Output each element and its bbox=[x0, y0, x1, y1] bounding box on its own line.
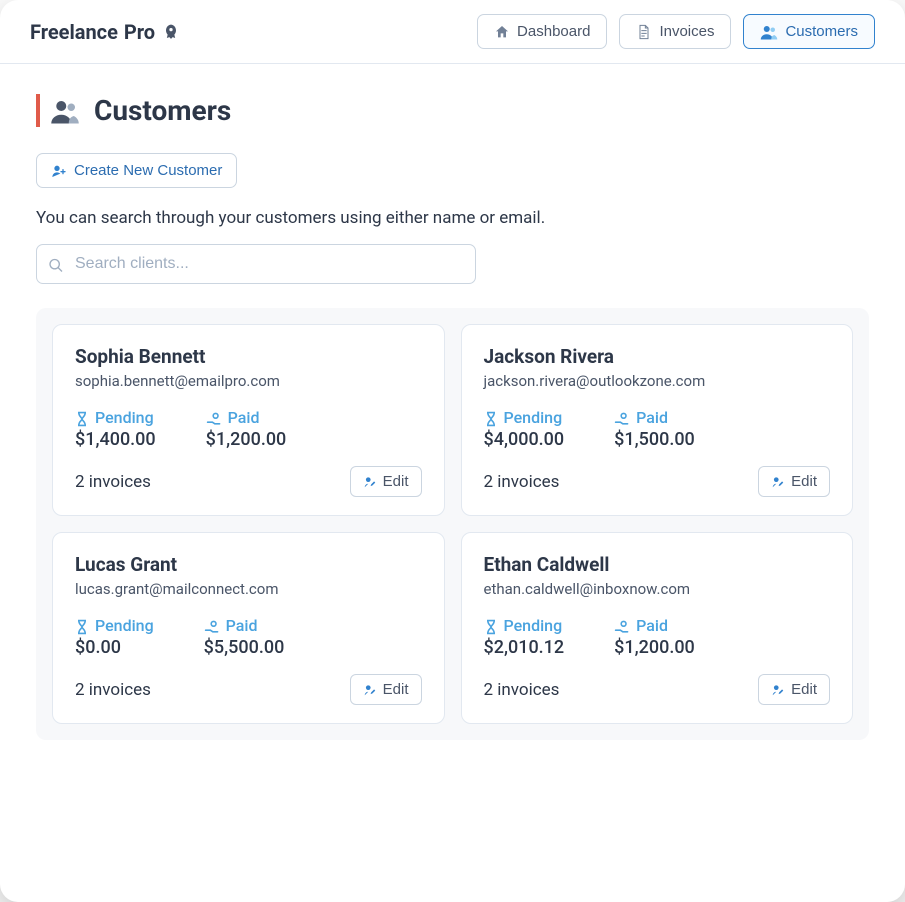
user-edit-icon bbox=[363, 681, 377, 698]
edit-label: Edit bbox=[791, 473, 817, 490]
pending-value: $4,000.00 bbox=[484, 429, 565, 450]
hourglass-icon bbox=[75, 408, 89, 427]
create-customer-button[interactable]: Create New Customer bbox=[36, 153, 237, 188]
edit-label: Edit bbox=[791, 681, 817, 698]
paid-label: Paid bbox=[206, 408, 287, 427]
edit-button[interactable]: Edit bbox=[758, 674, 830, 705]
invoice-count: 2 invoices bbox=[484, 472, 560, 492]
customer-stats: Pending $4,000.00 Paid $1,500.00 bbox=[484, 408, 831, 450]
customer-card: Ethan Caldwell ethan.caldwell@inboxnow.c… bbox=[461, 532, 854, 724]
customer-name: Ethan Caldwell bbox=[484, 553, 831, 576]
customer-email: ethan.caldwell@inboxnow.com bbox=[484, 580, 831, 598]
hourglass-icon bbox=[75, 616, 89, 635]
customer-name: Sophia Bennett bbox=[75, 345, 422, 368]
customer-stats: Pending $1,400.00 Paid $1,200.00 bbox=[75, 408, 422, 450]
card-footer: 2 invoices Edit bbox=[484, 466, 831, 497]
edit-label: Edit bbox=[383, 473, 409, 490]
customer-stats: Pending $0.00 Paid $5,500.00 bbox=[75, 616, 422, 658]
nav: Dashboard Invoices Customers bbox=[477, 14, 875, 49]
pending-stat: Pending $2,010.12 bbox=[484, 616, 565, 658]
customer-email: jackson.rivera@outlookzone.com bbox=[484, 372, 831, 390]
paid-value: $5,500.00 bbox=[204, 637, 285, 658]
pending-stat: Pending $1,400.00 bbox=[75, 408, 156, 450]
paid-stat: Paid $1,200.00 bbox=[206, 408, 287, 450]
pending-label: Pending bbox=[75, 408, 156, 427]
pending-value: $1,400.00 bbox=[75, 429, 156, 450]
edit-button[interactable]: Edit bbox=[350, 674, 422, 705]
hand-money-icon bbox=[614, 616, 630, 635]
page-title-row: Customers bbox=[36, 94, 869, 127]
user-edit-icon bbox=[771, 473, 785, 490]
pending-label: Pending bbox=[484, 616, 565, 635]
search-input[interactable] bbox=[36, 244, 476, 284]
nav-dashboard-label: Dashboard bbox=[517, 23, 590, 40]
customer-stats: Pending $2,010.12 Paid $1,200.00 bbox=[484, 616, 831, 658]
hourglass-icon bbox=[484, 616, 498, 635]
paid-label: Paid bbox=[614, 408, 695, 427]
customer-name: Jackson Rivera bbox=[484, 345, 831, 368]
paid-stat: Paid $5,500.00 bbox=[204, 616, 285, 658]
search-icon bbox=[48, 255, 64, 274]
paid-label: Paid bbox=[614, 616, 695, 635]
user-edit-icon bbox=[771, 681, 785, 698]
hand-money-icon bbox=[614, 408, 630, 427]
paid-value: $1,200.00 bbox=[614, 637, 695, 658]
help-text: You can search through your customers us… bbox=[36, 208, 869, 228]
customer-card: Sophia Bennett sophia.bennett@emailpro.c… bbox=[52, 324, 445, 516]
customer-name: Lucas Grant bbox=[75, 553, 422, 576]
pending-value: $0.00 bbox=[75, 637, 154, 658]
pending-label: Pending bbox=[75, 616, 154, 635]
card-footer: 2 invoices Edit bbox=[484, 674, 831, 705]
invoice-count: 2 invoices bbox=[484, 680, 560, 700]
customer-card: Jackson Rivera jackson.rivera@outlookzon… bbox=[461, 324, 854, 516]
pending-stat: Pending $4,000.00 bbox=[484, 408, 565, 450]
header: FreelancePro Dashboard Invoices bbox=[0, 0, 905, 64]
pending-stat: Pending $0.00 bbox=[75, 616, 154, 658]
app-window: FreelancePro Dashboard Invoices bbox=[0, 0, 905, 902]
card-footer: 2 invoices Edit bbox=[75, 466, 422, 497]
brand-name: Freelance bbox=[30, 20, 118, 44]
cards-grid: Sophia Bennett sophia.bennett@emailpro.c… bbox=[52, 324, 853, 724]
nav-dashboard[interactable]: Dashboard bbox=[477, 14, 607, 49]
content: Customers Create New Customer You can se… bbox=[0, 64, 905, 770]
hourglass-icon bbox=[484, 408, 498, 427]
user-edit-icon bbox=[363, 473, 377, 490]
paid-stat: Paid $1,200.00 bbox=[614, 616, 695, 658]
customer-email: lucas.grant@mailconnect.com bbox=[75, 580, 422, 598]
users-icon bbox=[760, 23, 778, 40]
document-icon bbox=[636, 23, 652, 40]
invoice-count: 2 invoices bbox=[75, 680, 151, 700]
rocket-icon bbox=[161, 20, 181, 44]
edit-button[interactable]: Edit bbox=[758, 466, 830, 497]
customer-card: Lucas Grant lucas.grant@mailconnect.com … bbox=[52, 532, 445, 724]
card-footer: 2 invoices Edit bbox=[75, 674, 422, 705]
customer-email: sophia.bennett@emailpro.com bbox=[75, 372, 422, 390]
nav-customers[interactable]: Customers bbox=[743, 14, 875, 49]
nav-invoices-label: Invoices bbox=[659, 23, 714, 40]
invoice-count: 2 invoices bbox=[75, 472, 151, 492]
edit-button[interactable]: Edit bbox=[350, 466, 422, 497]
page-title: Customers bbox=[94, 94, 231, 127]
edit-label: Edit bbox=[383, 681, 409, 698]
cards-panel: Sophia Bennett sophia.bennett@emailpro.c… bbox=[36, 308, 869, 740]
paid-value: $1,500.00 bbox=[614, 429, 695, 450]
home-icon bbox=[494, 23, 510, 40]
hand-money-icon bbox=[206, 408, 222, 427]
create-customer-label: Create New Customer bbox=[74, 162, 222, 179]
brand-suffix: Pro bbox=[124, 20, 155, 44]
users-icon bbox=[50, 98, 80, 124]
paid-value: $1,200.00 bbox=[206, 429, 287, 450]
nav-customers-label: Customers bbox=[785, 23, 858, 40]
paid-stat: Paid $1,500.00 bbox=[614, 408, 695, 450]
search-wrap bbox=[36, 244, 476, 284]
user-plus-icon bbox=[51, 162, 67, 179]
hand-money-icon bbox=[204, 616, 220, 635]
brand: FreelancePro bbox=[30, 20, 181, 44]
pending-label: Pending bbox=[484, 408, 565, 427]
pending-value: $2,010.12 bbox=[484, 637, 565, 658]
paid-label: Paid bbox=[204, 616, 285, 635]
nav-invoices[interactable]: Invoices bbox=[619, 14, 731, 49]
